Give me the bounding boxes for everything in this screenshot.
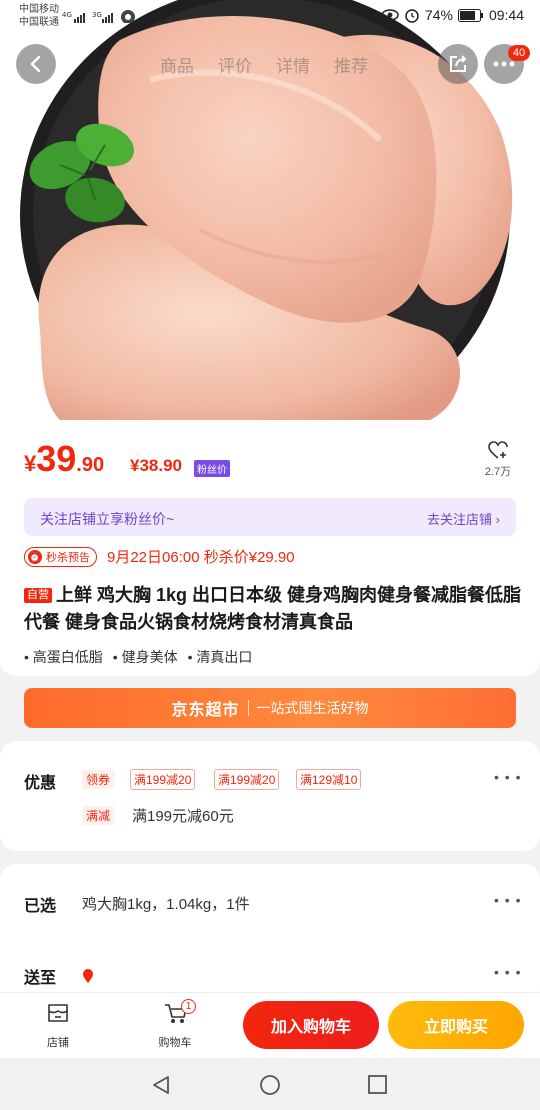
cart-button[interactable]: 购物车 <box>145 1001 205 1050</box>
battery-percent: 74% <box>424 7 453 23</box>
selection-card: 已选 鸡大胸1kg，1.04kg，1件 • • • 送至 • • • <box>0 864 540 1004</box>
feature-item: • 清真出口 <box>187 649 253 665</box>
feature-item: • 高蛋白低脂 <box>24 649 103 665</box>
market-name: 京东超市 <box>171 702 240 719</box>
back-button[interactable] <box>16 44 56 84</box>
coupon-chip[interactable]: 满129减10 <box>296 769 362 790</box>
flash-sale-preview: ⏰ 秒杀预告 9月22日06:00 秒杀价¥29.90 <box>24 546 295 567</box>
feature-list: • 高蛋白低脂 • 健身美体 • 清真出口 <box>24 647 252 667</box>
price-decimal: .90 <box>76 454 105 476</box>
feature-label: 清真出口 <box>196 649 253 665</box>
carrier-1: 中国移动 <box>19 4 59 15</box>
tab-recommend[interactable]: 推荐 <box>334 52 368 77</box>
feature-item: • 健身美体 <box>112 649 178 665</box>
product-title-text: 上鲜 鸡大胸 1kg 出口日本级 健身鸡胸肉健身餐减脂餐低脂代餐 健身食品火锅食… <box>24 585 522 632</box>
cart-label: 购物车 <box>158 1037 192 1049</box>
more-options-icon: • • • <box>494 892 522 908</box>
delivery-more-icon: • • • <box>494 964 522 980</box>
eye-comfort-icon <box>381 9 399 21</box>
alarm-icon <box>405 9 419 23</box>
share-button[interactable] <box>438 44 478 84</box>
follow-store-bar[interactable]: 关注店铺立享粉丝价~ 去关注店铺 › <box>24 498 516 536</box>
delivery-label: 送至 <box>24 970 57 987</box>
flash-sale-tag-label: 秒杀预告 <box>46 551 90 564</box>
battery-icon <box>457 8 483 22</box>
follow-store-action: 去关注店铺 <box>427 512 493 527</box>
tab-product[interactable]: 商品 <box>160 52 194 77</box>
fans-price: ¥38.90 <box>130 456 182 475</box>
product-nav-tabs: 商品 评价 详情 推荐 <box>160 52 368 77</box>
carrier-labels: 中国移动 中国联通 <box>19 3 59 29</box>
message-badge: 40 <box>508 45 530 61</box>
product-info-card: ¥39.90 ¥38.90 粉丝价 2.7万 关注店铺立享粉丝价~ 去关注店铺 … <box>0 420 540 676</box>
jd-supermarket-banner[interactable]: 京东超市 一站式囤生活好物 <box>24 688 516 728</box>
svg-text:3G: 3G <box>92 11 102 19</box>
shop-label: 店铺 <box>47 1037 69 1049</box>
coupon-chip[interactable]: 满199减20 <box>214 769 280 790</box>
add-to-cart-button[interactable]: 加入购物车 <box>243 1001 379 1049</box>
promotion-label: 优惠 <box>24 775 57 792</box>
signal-icon: 4G 3G <box>62 11 113 23</box>
current-price: ¥39.90 <box>24 438 104 480</box>
selected-label: 已选 <box>24 898 57 915</box>
clock: 09:44 <box>488 7 524 23</box>
carrier-2: 中国联通 <box>19 17 59 28</box>
flash-sale-text: 9月22日06:00 秒杀价¥29.90 <box>107 549 295 566</box>
banner-divider <box>247 700 249 716</box>
chevron-right-icon: › <box>495 512 500 527</box>
store-icon <box>48 1004 68 1022</box>
shop-button[interactable]: 店铺 <box>28 1001 88 1050</box>
product-title: 自营 上鲜 鸡大胸 1kg 出口日本级 健身鸡胸肉健身餐减脂餐低脂代餐 健身食品火… <box>24 582 524 636</box>
home-circle-icon[interactable] <box>259 1074 281 1096</box>
share-icon <box>450 55 467 72</box>
promotion-card[interactable]: 优惠 领券 满减 满199元减60元 • • • <box>0 741 540 851</box>
back-triangle-icon[interactable] <box>150 1074 172 1096</box>
discount-text: 满199元减60元 <box>132 808 234 825</box>
coupon-chip[interactable]: 满199减20 <box>130 769 196 790</box>
status-bar: 中国移动 中国联通 4G 3G 74% 09:44 <box>0 0 540 34</box>
coupon-tag: 领券 <box>82 770 115 789</box>
heart-plus-icon <box>488 441 508 459</box>
favorite-count: 2.7万 <box>484 466 512 478</box>
tab-details[interactable]: 详情 <box>276 52 310 77</box>
discount-tag: 满减 <box>82 806 115 825</box>
cart-count-badge: 1 <box>181 999 196 1014</box>
chevron-left-icon <box>30 55 41 73</box>
buy-now-button[interactable]: 立即购买 <box>388 1001 524 1049</box>
market-slogan: 一站式囤生活好物 <box>256 700 369 716</box>
recents-square-icon[interactable] <box>367 1074 389 1096</box>
feature-label: 健身美体 <box>121 649 178 665</box>
bottom-action-bar: 店铺 购物车 1 加入购物车 立即购买 <box>0 992 540 1058</box>
price-integer: 39 <box>36 438 77 479</box>
price-symbol: ¥ <box>24 451 37 476</box>
selected-value: 鸡大胸1kg，1.04kg，1件 <box>82 896 250 913</box>
svg-text:4G: 4G <box>62 11 72 19</box>
more-icon <box>493 61 515 67</box>
self-operated-tag: 自营 <box>24 588 52 603</box>
tab-reviews[interactable]: 评价 <box>218 52 252 77</box>
favorite-button[interactable]: 2.7万 <box>478 440 518 479</box>
feature-label: 高蛋白低脂 <box>32 649 103 665</box>
location-icon <box>83 969 93 983</box>
more-promotions-icon[interactable]: • • • <box>494 769 521 785</box>
fans-price-tag: 粉丝价 <box>194 460 230 477</box>
alarm-clock-icon: ⏰ <box>28 549 42 564</box>
app-notification-icon <box>121 10 135 23</box>
system-navigation-bar <box>0 1058 540 1110</box>
follow-store-link[interactable]: 去关注店铺 › <box>427 509 500 528</box>
follow-store-text: 关注店铺立享粉丝价~ <box>40 511 175 527</box>
flash-sale-tag: ⏰ 秒杀预告 <box>24 546 97 567</box>
